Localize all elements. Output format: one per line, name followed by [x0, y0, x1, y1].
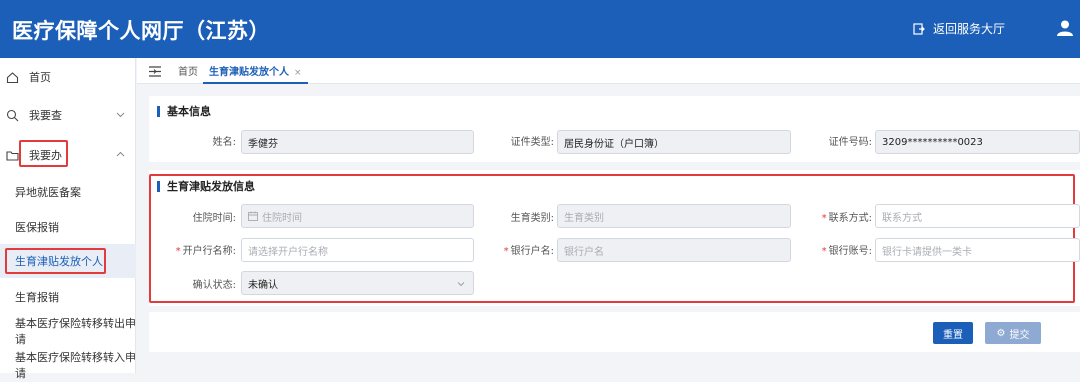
chevron-up-icon: [116, 151, 125, 157]
required-mark: *: [821, 246, 827, 257]
submit-label: 提交: [1009, 329, 1030, 341]
account-number-input[interactable]: 银行卡请提供一类卡: [875, 238, 1080, 262]
account-name-label-text: 银行户名:: [510, 246, 554, 257]
sidebar-item-handle[interactable]: 我要办: [0, 140, 136, 170]
account-name-label: * 银行户名:: [490, 242, 554, 257]
reset-button[interactable]: 重置: [933, 322, 973, 344]
account-number-label-text: 银行账号:: [828, 246, 872, 257]
sidebar-subitem-maternity-reimbursement[interactable]: 生育报销: [0, 280, 136, 314]
account-number-label: * 银行账号:: [805, 242, 872, 257]
sidebar-subitem-transfer-out[interactable]: 基本医疗保险转移转出申请: [0, 314, 136, 348]
required-mark: *: [821, 213, 827, 224]
sidebar-item-label: 我要查: [29, 109, 62, 122]
name-field[interactable]: 季健芬: [241, 130, 474, 154]
hospital-time-label: 住院时间:: [192, 213, 236, 224]
hospital-time-input[interactable]: 住院时间: [241, 204, 474, 228]
sidebar-item-home[interactable]: 首页: [0, 62, 136, 92]
return-hall-label: 返回服务大厅: [933, 22, 1006, 36]
allowance-title: 生育津贴发放信息: [157, 181, 255, 192]
contact-label-text: 联系方式:: [828, 213, 872, 224]
return-hall-link[interactable]: 返回服务大厅: [913, 20, 1005, 37]
close-tab-icon[interactable]: ×: [294, 68, 302, 78]
chevron-down-icon: [116, 112, 125, 118]
top-header: 医疗保障个人网厅（江苏） 返回服务大厅: [0, 0, 1080, 58]
basic-info-title: 基本信息: [157, 106, 211, 117]
id-number-label: 证件号码:: [828, 137, 872, 148]
contact-label: * 联系方式:: [805, 209, 872, 224]
bank-name-select[interactable]: 请选择开户行名称: [241, 238, 474, 262]
search-icon: [5, 108, 19, 122]
folder-icon: [5, 148, 19, 162]
id-type-label: 证件类型:: [510, 137, 554, 148]
tab-home[interactable]: 首页: [178, 63, 198, 78]
contact-input[interactable]: 联系方式: [875, 204, 1080, 228]
sidebar-subitem-remote-medical[interactable]: 异地就医备案: [0, 175, 136, 209]
sidebar: 首页 我要查 我要办 异地就医备案 医保报销 生育津贴发放个人 生育报销 基本医…: [0, 58, 136, 380]
sidebar-subitem-reimbursement[interactable]: 医保报销: [0, 210, 136, 244]
tab-bar: 首页 生育津贴发放个人 ×: [137, 58, 1080, 84]
sidebar-item-label: 我要办: [29, 149, 62, 162]
account-name-input[interactable]: 银行户名: [557, 238, 791, 262]
user-icon[interactable]: [1056, 19, 1074, 37]
app-title: 医疗保障个人网厅（江苏）: [12, 19, 270, 43]
confirm-status-value: 未确认: [248, 279, 278, 291]
home-icon: [5, 70, 19, 84]
chevron-down-icon: [457, 282, 465, 287]
bank-name-label-text: 开户行名称:: [182, 246, 236, 257]
birth-type-label: 生育类别:: [510, 213, 554, 224]
confirm-status-select[interactable]: 未确认: [241, 271, 474, 295]
sidebar-item-label: 首页: [29, 71, 51, 84]
birth-type-select[interactable]: 生育类别: [557, 204, 791, 228]
sidebar-subitem-maternity-allowance[interactable]: 生育津贴发放个人: [0, 244, 136, 278]
name-label: 姓名:: [212, 137, 236, 148]
confirm-status-label: 确认状态:: [192, 280, 236, 291]
id-type-field[interactable]: 居民身份证（户口簿）: [557, 130, 791, 154]
submit-button[interactable]: ⚙ 提交: [985, 322, 1041, 344]
tab-maternity-allowance[interactable]: 生育津贴发放个人 ×: [203, 58, 308, 84]
sidebar-subitem-transfer-in[interactable]: 基本医疗保险转移转入申请: [0, 348, 136, 382]
id-number-field[interactable]: 3209**********0023: [875, 130, 1080, 154]
sidebar-item-query[interactable]: 我要查: [0, 100, 136, 130]
bank-name-label: * 开户行名称:: [160, 242, 236, 257]
tab-label: 生育津贴发放个人: [209, 67, 289, 78]
required-mark: *: [503, 246, 509, 257]
hospital-time-placeholder: 住院时间: [262, 212, 302, 224]
gear-icon: ⚙: [996, 327, 1006, 339]
menu-toggle-icon[interactable]: [149, 66, 161, 77]
calendar-icon: [248, 211, 258, 221]
exit-icon: [913, 22, 925, 35]
required-mark: *: [175, 246, 181, 257]
